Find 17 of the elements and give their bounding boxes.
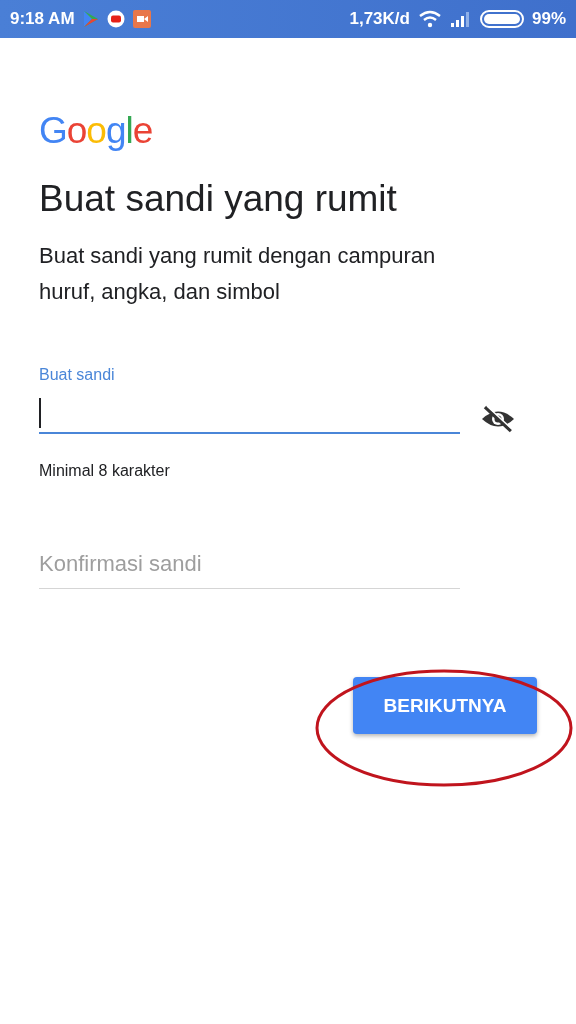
eye-slash-icon[interactable] bbox=[480, 404, 516, 434]
video-icon bbox=[132, 10, 151, 28]
battery-percent: 99% bbox=[531, 9, 566, 29]
battery-icon bbox=[479, 10, 524, 28]
google-logo: Google bbox=[39, 110, 153, 152]
password-field[interactable]: Konfirmasi sandi bbox=[39, 546, 460, 589]
next-button[interactable]: BERIKUTNYA bbox=[353, 677, 537, 734]
helper-text: Minimal 8 karakter bbox=[39, 462, 171, 480]
password-field[interactable]: Buat sandi bbox=[39, 366, 460, 434]
play-store-icon bbox=[82, 10, 99, 28]
status-time: 9:18 AM bbox=[10, 9, 75, 29]
page-title: Buat sandi yang rumit bbox=[39, 178, 398, 220]
wifi-icon bbox=[417, 10, 442, 28]
youtube-icon bbox=[106, 10, 125, 28]
network-speed: 1,73K/d bbox=[349, 9, 410, 29]
signal-icon bbox=[449, 11, 472, 27]
page-subtitle: Buat sandi yang rumit dengan campuran huruf, angka, dan simbol bbox=[39, 242, 437, 306]
